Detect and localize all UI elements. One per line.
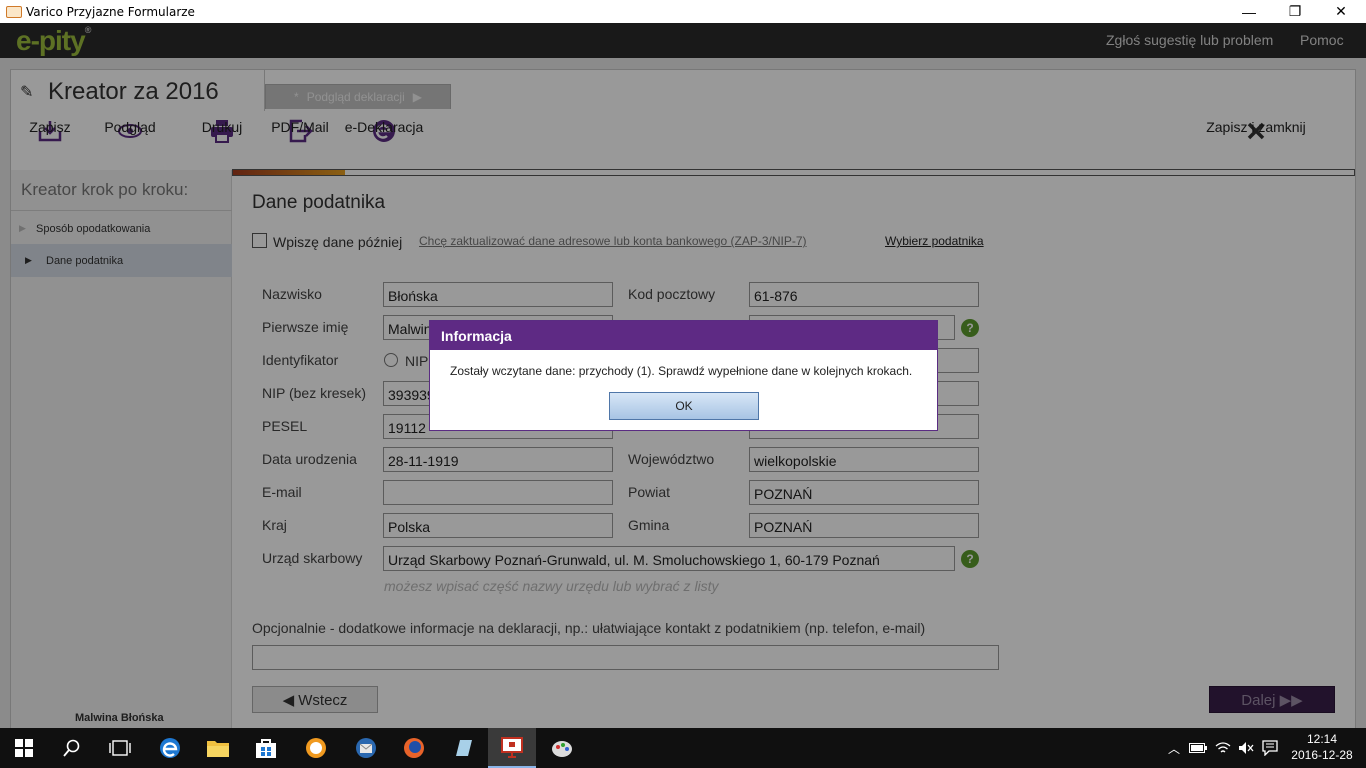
- paint-icon: [552, 741, 572, 757]
- taskbar-app-notes[interactable]: [440, 728, 488, 768]
- taskbar-thunderbird[interactable]: [342, 728, 390, 768]
- taskbar-app-orange[interactable]: [292, 728, 340, 768]
- store-icon: [256, 739, 276, 758]
- app-circle-icon: [306, 738, 326, 758]
- maximize-button[interactable]: ❐: [1272, 0, 1318, 23]
- mail-icon: [356, 738, 376, 758]
- action-center-button[interactable]: [1258, 728, 1282, 768]
- app-icon: [6, 5, 22, 18]
- minimize-button[interactable]: —: [1226, 0, 1272, 23]
- taskbar-store[interactable]: [242, 728, 290, 768]
- window-titlebar: Varico Przyjazne Formularze: [0, 0, 1366, 23]
- info-dialog: Informacja Zostały wczytane dane: przych…: [429, 320, 938, 431]
- wifi-icon: [1215, 742, 1231, 753]
- battery-indicator[interactable]: [1186, 728, 1210, 768]
- wifi-indicator[interactable]: [1212, 728, 1234, 768]
- notes-icon: [456, 740, 472, 756]
- start-button[interactable]: [0, 728, 48, 768]
- window-title: Varico Przyjazne Formularze: [26, 4, 195, 19]
- taskbar-e-pity[interactable]: [488, 728, 536, 768]
- edge-icon: [160, 738, 180, 758]
- search-button[interactable]: [48, 728, 96, 768]
- ok-button[interactable]: OK: [609, 392, 759, 420]
- folder-icon: [207, 741, 229, 757]
- chevron-up-icon: ︿: [1167, 741, 1180, 756]
- volume-indicator[interactable]: [1236, 728, 1256, 768]
- taskbar-explorer[interactable]: [194, 728, 242, 768]
- firefox-icon: [404, 738, 424, 758]
- dialog-title: Informacja: [430, 321, 937, 350]
- notification-icon: [1262, 740, 1278, 756]
- e-pity-app-icon: [501, 737, 523, 758]
- dialog-message: Zostały wczytane dane: przychody (1). Sp…: [450, 364, 913, 378]
- battery-icon: [1189, 743, 1207, 753]
- show-hidden-icons[interactable]: ︿: [1164, 728, 1184, 768]
- taskbar-firefox[interactable]: [390, 728, 438, 768]
- taskbar-edge[interactable]: [146, 728, 194, 768]
- task-view-button[interactable]: [96, 728, 144, 768]
- taskbar-clock[interactable]: 12:14 2016-12-28: [1286, 731, 1358, 763]
- close-window-button[interactable]: ✕: [1318, 0, 1364, 23]
- volume-muted-icon: [1239, 742, 1254, 754]
- windows-icon: [15, 739, 33, 757]
- taskbar-paint[interactable]: [538, 728, 586, 768]
- search-icon: [63, 739, 80, 757]
- task-view-icon: [109, 740, 131, 756]
